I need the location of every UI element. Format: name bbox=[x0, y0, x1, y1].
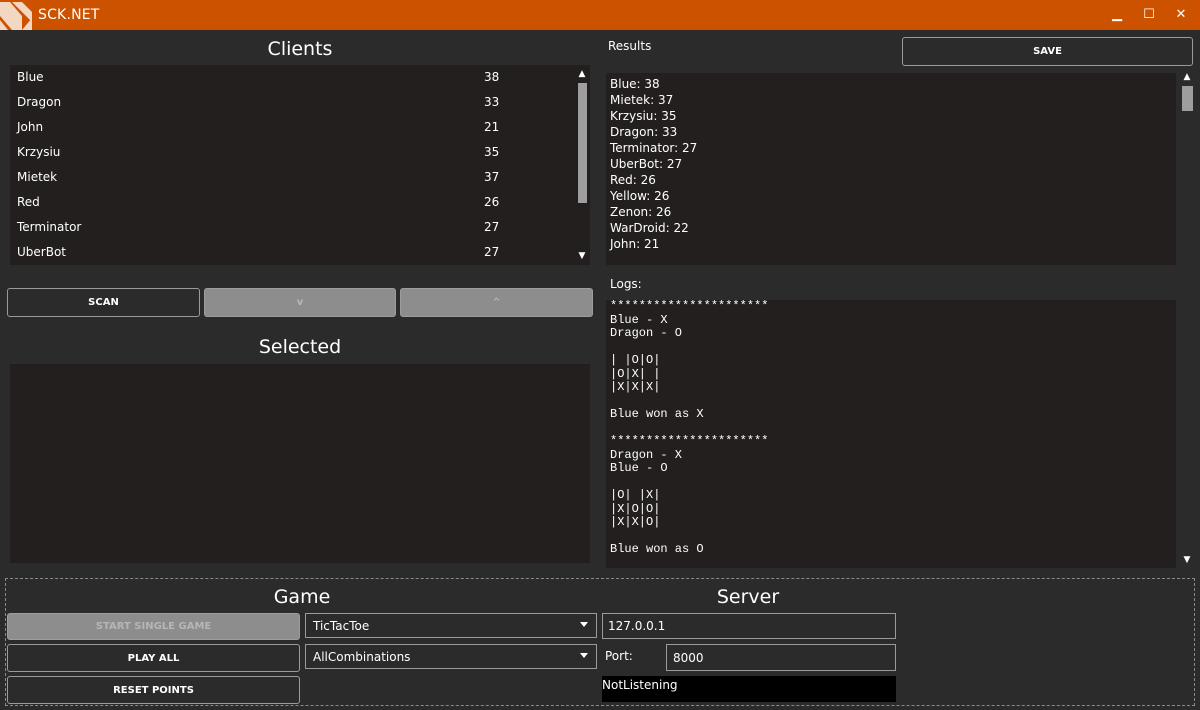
client-row[interactable]: John 21 bbox=[10, 115, 576, 140]
results-list[interactable]: Blue: 38 Mietek: 37 Krzysiu: 35 Dragon: … bbox=[606, 73, 1176, 265]
game-heading: Game bbox=[273, 586, 331, 608]
result-item: Zenon: 26 bbox=[610, 205, 672, 219]
close-icon: ✕ bbox=[1175, 7, 1187, 22]
minimize-button[interactable]: ▁ bbox=[1102, 0, 1132, 30]
server-status-text: NotListening bbox=[602, 678, 678, 692]
server-status: NotListening bbox=[602, 676, 896, 702]
client-row[interactable]: Krzysiu 35 bbox=[10, 140, 576, 165]
start-single-game-button[interactable]: START SINGLE GAME bbox=[7, 613, 300, 640]
server-address-input[interactable]: 127.0.0.1 bbox=[602, 613, 896, 639]
client-name: Blue bbox=[17, 70, 44, 84]
client-row[interactable]: Dragon 33 bbox=[10, 90, 576, 115]
selected-heading: Selected bbox=[258, 336, 342, 358]
scroll-up-arrow-icon[interactable]: ▲ bbox=[576, 68, 588, 80]
port-label: Port: bbox=[605, 649, 633, 663]
port-value: 8000 bbox=[673, 651, 704, 665]
results-label: Results bbox=[608, 39, 652, 53]
port-input[interactable]: 8000 bbox=[666, 644, 896, 671]
reset-points-button[interactable]: RESET POINTS bbox=[7, 676, 300, 704]
logs-label: Logs: bbox=[610, 277, 642, 291]
result-item: UberBot: 27 bbox=[610, 157, 683, 171]
server-address-value: 127.0.0.1 bbox=[608, 619, 666, 633]
client-score: 37 bbox=[484, 170, 500, 184]
client-row[interactable]: UberBot 27 bbox=[10, 240, 576, 265]
scrollbar-thumb[interactable] bbox=[578, 83, 587, 203]
play-all-button[interactable]: PLAY ALL bbox=[7, 644, 300, 672]
results-items: Blue: 38 Mietek: 37 Krzysiu: 35 Dragon: … bbox=[606, 73, 697, 252]
client-row[interactable]: Mietek 37 bbox=[10, 165, 576, 190]
game-select[interactable]: TicTacToe bbox=[305, 613, 597, 638]
chevron-down-icon bbox=[580, 622, 588, 627]
selected-list[interactable] bbox=[10, 364, 590, 563]
logs-text: ********************** Blue - X Dragon -… bbox=[610, 300, 769, 556]
clients-heading: Clients bbox=[267, 38, 333, 60]
result-item: Terminator: 27 bbox=[610, 141, 698, 155]
client-score: 26 bbox=[484, 195, 500, 209]
scroll-down-arrow-icon[interactable]: ▼ bbox=[576, 250, 588, 262]
client-row[interactable]: Terminator 27 bbox=[10, 215, 576, 240]
result-item: Dragon: 33 bbox=[610, 125, 678, 139]
logs-scroll-down-icon[interactable]: ▼ bbox=[1181, 554, 1193, 566]
clients-list[interactable]: Blue 38 Dragon 33 John 21 Krzysiu 35 Mie… bbox=[10, 65, 590, 265]
client-name: Mietek bbox=[17, 170, 58, 184]
client-score: 35 bbox=[484, 145, 500, 159]
window-title: SCK.NET bbox=[38, 7, 100, 23]
title-bar: SCK.NET ▁ ☐ ✕ bbox=[0, 0, 1200, 30]
save-button[interactable]: SAVE bbox=[902, 37, 1193, 66]
app-logo-icon bbox=[0, 0, 32, 30]
results-scroll-up-icon[interactable]: ▲ bbox=[1181, 71, 1193, 83]
result-item: Krzysiu: 35 bbox=[610, 109, 677, 123]
result-item: Red: 26 bbox=[610, 173, 656, 187]
client-score: 27 bbox=[484, 245, 500, 259]
move-down-button[interactable]: v bbox=[204, 288, 396, 317]
result-item: John: 21 bbox=[610, 237, 660, 251]
scan-button[interactable]: SCAN bbox=[7, 288, 200, 317]
game-select-value: TicTacToe bbox=[313, 619, 370, 633]
client-name: John bbox=[17, 120, 44, 134]
maximize-icon: ☐ bbox=[1143, 7, 1155, 22]
close-button[interactable]: ✕ bbox=[1166, 0, 1196, 30]
result-item: Mietek: 37 bbox=[610, 93, 674, 107]
chevron-down-icon bbox=[580, 653, 588, 658]
client-row[interactable]: Blue 38 bbox=[10, 65, 576, 90]
client-name: UberBot bbox=[17, 245, 66, 259]
result-item: Yellow: 26 bbox=[610, 189, 670, 203]
logs-textarea[interactable]: ********************** Blue - X Dragon -… bbox=[606, 300, 1176, 568]
client-score: 27 bbox=[484, 220, 500, 234]
client-name: Red bbox=[17, 195, 40, 209]
client-row[interactable]: Red 26 bbox=[10, 190, 576, 215]
move-up-button[interactable]: ^ bbox=[400, 288, 593, 317]
server-heading: Server bbox=[716, 586, 780, 608]
client-score: 38 bbox=[484, 70, 500, 84]
client-score: 33 bbox=[484, 95, 500, 109]
client-score: 21 bbox=[484, 120, 500, 134]
result-item: Blue: 38 bbox=[610, 77, 660, 91]
mode-select[interactable]: AllCombinations bbox=[305, 644, 597, 669]
minimize-icon: ▁ bbox=[1112, 7, 1122, 22]
mode-select-value: AllCombinations bbox=[313, 650, 411, 664]
client-name: Dragon bbox=[17, 95, 62, 109]
result-item: WarDroid: 22 bbox=[610, 221, 689, 235]
client-name: Krzysiu bbox=[17, 145, 61, 159]
maximize-button[interactable]: ☐ bbox=[1134, 0, 1164, 30]
results-scrollbar-thumb[interactable] bbox=[1182, 86, 1193, 111]
client-name: Terminator bbox=[17, 220, 82, 234]
